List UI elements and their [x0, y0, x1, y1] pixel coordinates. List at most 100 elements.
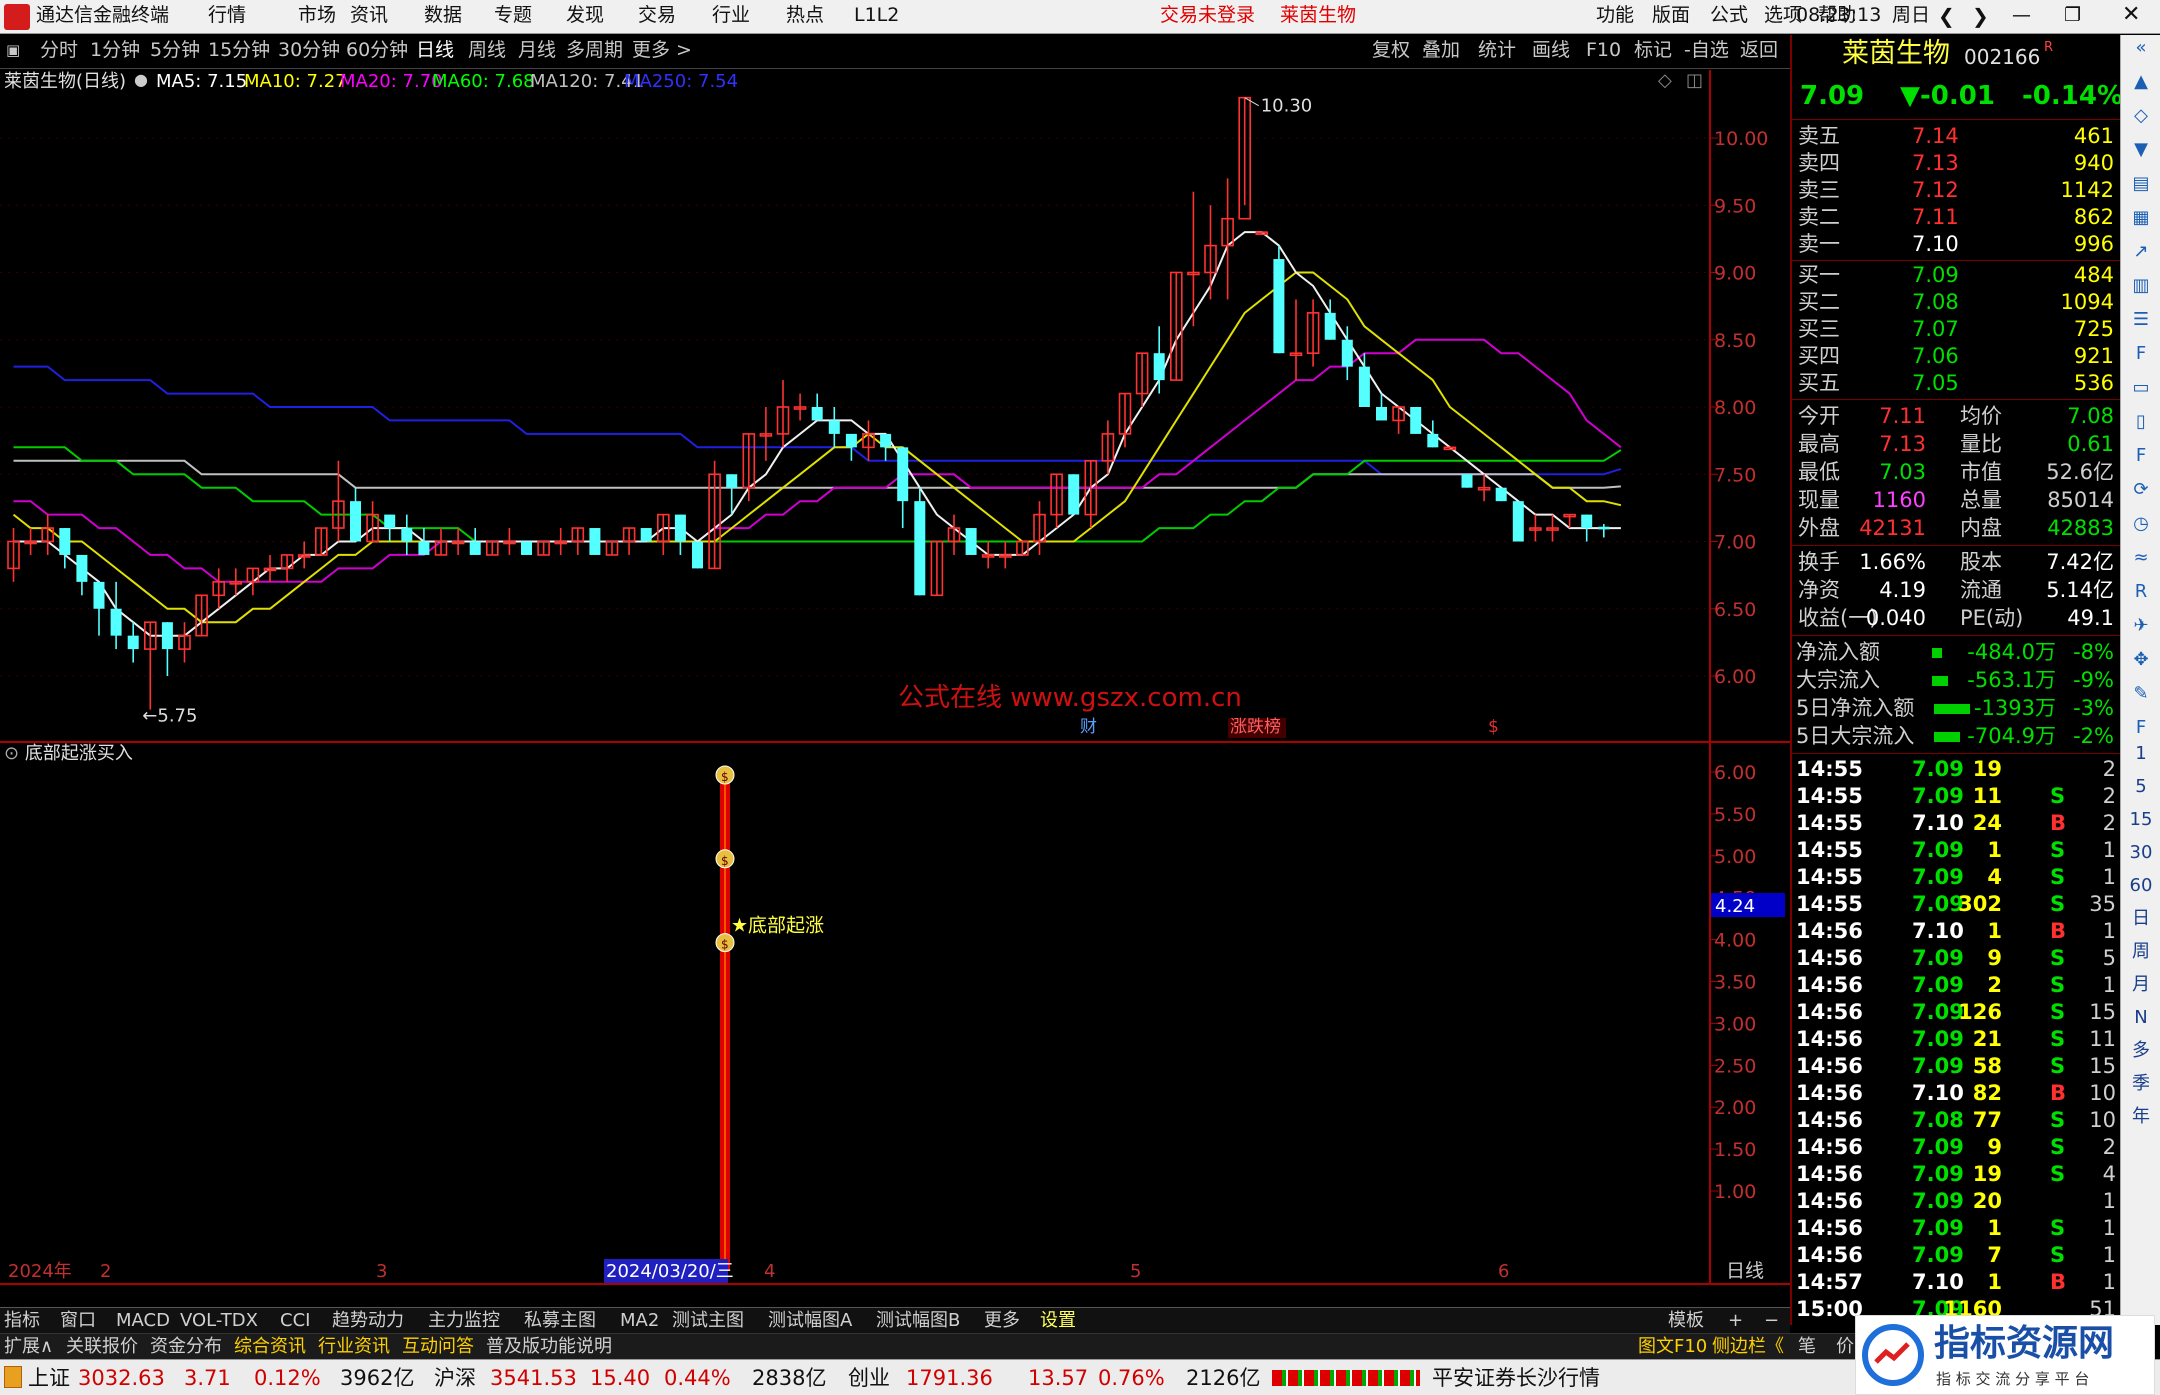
- period-tab-3[interactable]: 5分钟: [150, 41, 200, 60]
- sidebar-period-60[interactable]: 60: [2128, 877, 2154, 903]
- window-icon[interactable]: ◫: [1686, 72, 1703, 90]
- info-tab-7[interactable]: 普及版功能说明: [486, 1338, 612, 1356]
- toolbar-right-6[interactable]: 标记: [1634, 41, 1672, 60]
- toolbar-right-8[interactable]: 返回: [1740, 41, 1778, 60]
- toolbar-right-5[interactable]: F10: [1586, 41, 1621, 60]
- tabs-right-3[interactable]: −: [1764, 1312, 1779, 1330]
- menu-5[interactable]: 专题: [494, 6, 532, 25]
- info-tab-right-1[interactable]: 图文F10: [1638, 1338, 1707, 1356]
- sidebar-period-周[interactable]: 周: [2128, 943, 2154, 969]
- toolbar-right-3[interactable]: 统计: [1478, 41, 1516, 60]
- info-tab-1[interactable]: 扩展∧: [4, 1338, 53, 1356]
- ask-row-3[interactable]: 卖三 7.12 1142: [1792, 177, 2122, 204]
- rsi-icon[interactable]: R: [2128, 583, 2154, 609]
- clock-icon[interactable]: ◷: [2128, 515, 2154, 541]
- menu-1[interactable]: 行情: [208, 6, 246, 25]
- ask-row-4[interactable]: 卖二 7.11 862: [1792, 204, 2122, 231]
- period-tab-6[interactable]: 60分钟: [346, 41, 408, 60]
- refresh-icon[interactable]: ⟳: [2128, 481, 2154, 507]
- table-icon[interactable]: ▤: [2128, 175, 2154, 201]
- close-icon[interactable]: ✕: [2122, 4, 2140, 26]
- menu-3[interactable]: 资讯: [350, 6, 388, 25]
- toolbar-right-1[interactable]: 复权: [1372, 41, 1410, 60]
- info-tab-3[interactable]: 资金分布: [150, 1338, 222, 1356]
- period-tab-1[interactable]: 分时: [40, 41, 78, 60]
- diamond-icon[interactable]: ◇: [1658, 72, 1672, 90]
- doc-icon[interactable]: ▭: [2128, 379, 2154, 405]
- menu-right-2[interactable]: 版面: [1652, 6, 1690, 25]
- menu-10[interactable]: L1L2: [854, 6, 899, 25]
- indicator-tab-14[interactable]: 设置: [1040, 1312, 1076, 1330]
- sh-index-label[interactable]: 上证: [28, 1368, 70, 1389]
- fs2-icon[interactable]: F: [2128, 719, 2154, 745]
- grid-icon[interactable]: ▦: [2128, 209, 2154, 235]
- indicator-tab-12[interactable]: 测试幅图B: [876, 1312, 960, 1330]
- menu-right-1[interactable]: 功能: [1596, 6, 1634, 25]
- toolbar-right-2[interactable]: 叠加: [1422, 41, 1460, 60]
- collapse-icon[interactable]: ⊙: [4, 743, 19, 764]
- menu-7[interactable]: 交易: [638, 6, 676, 25]
- sidebar-period-月[interactable]: 月: [2128, 976, 2154, 1002]
- period-tab-7[interactable]: 日线: [416, 41, 454, 60]
- period-tab-2[interactable]: 1分钟: [90, 41, 140, 60]
- period-tab-8[interactable]: 周线: [468, 41, 506, 60]
- tabs-right-2[interactable]: +: [1728, 1312, 1743, 1330]
- info-tab-6[interactable]: 互动问答: [402, 1338, 474, 1356]
- settings-dropdown-icon[interactable]: ●: [134, 72, 148, 88]
- indicator-tab-5[interactable]: CCI: [280, 1312, 310, 1330]
- indicator-tab-3[interactable]: MACD: [116, 1312, 170, 1330]
- ask-row-2[interactable]: 卖四 7.13 940: [1792, 150, 2122, 177]
- period-tab-9[interactable]: 月线: [518, 41, 556, 60]
- menu-right-4[interactable]: 选项: [1764, 6, 1802, 25]
- sidebar-period-N[interactable]: N: [2128, 1009, 2154, 1035]
- sidebar-period-15[interactable]: 15: [2128, 811, 2154, 837]
- info-tab-4[interactable]: 综合资讯: [234, 1338, 306, 1356]
- menu-right-3[interactable]: 公式: [1710, 6, 1748, 25]
- sidebar-period-多[interactable]: 多: [2128, 1042, 2154, 1068]
- info-tab-right-3[interactable]: 笔: [1798, 1338, 1816, 1356]
- pen-icon[interactable]: ✎: [2128, 685, 2154, 711]
- menu-8[interactable]: 行业: [712, 6, 750, 25]
- candle-icon[interactable]: ▥: [2128, 277, 2154, 303]
- back-arrow-icon[interactable]: ❮: [1938, 6, 1955, 26]
- sidebar-period-日[interactable]: 日: [2128, 910, 2154, 936]
- bid-row-3[interactable]: 买三 7.07 725: [1792, 316, 2122, 343]
- f10-icon[interactable]: F: [2128, 345, 2154, 371]
- indicator-tab-6[interactable]: 趋势动力: [332, 1312, 404, 1330]
- menu-4[interactable]: 数据: [424, 6, 462, 25]
- indicator-tab-9[interactable]: MA2: [620, 1312, 659, 1330]
- period-tab-11[interactable]: 更多 >: [632, 41, 692, 60]
- info-tab-5[interactable]: 行业资讯: [318, 1338, 390, 1356]
- fs-icon[interactable]: F: [2128, 447, 2154, 473]
- login-status[interactable]: 交易未登录: [1160, 6, 1255, 25]
- move-icon[interactable]: ✥: [2128, 651, 2154, 677]
- period-tab-10[interactable]: 多周期: [566, 41, 623, 60]
- line-chart-icon[interactable]: ↗: [2128, 243, 2154, 269]
- bookmark-icon[interactable]: ▯: [2128, 413, 2154, 439]
- cy-index-label[interactable]: 创业: [848, 1368, 890, 1389]
- menu-2[interactable]: 市场: [298, 6, 336, 25]
- ask-row-1[interactable]: 卖五 7.14 461: [1792, 123, 2122, 150]
- info-tab-2[interactable]: 关联报价: [66, 1338, 138, 1356]
- arrow-up-icon[interactable]: ◇: [2128, 107, 2154, 133]
- minimize-icon[interactable]: —: [2012, 6, 2031, 25]
- indicator-tab-11[interactable]: 测试幅图A: [768, 1312, 852, 1330]
- indicator-tab-2[interactable]: 窗口: [60, 1312, 96, 1330]
- maximize-icon[interactable]: ❐: [2064, 6, 2081, 25]
- wave-icon[interactable]: ≈: [2128, 549, 2154, 575]
- info-tab-right-2[interactable]: 侧边栏《: [1712, 1338, 1784, 1356]
- rocket-icon[interactable]: ✈: [2128, 617, 2154, 643]
- ask-row-5[interactable]: 卖一 7.10 996: [1792, 231, 2122, 258]
- indicator-tab-4[interactable]: VOL-TDX: [180, 1312, 258, 1330]
- kline-chart[interactable]: 10.00 9.50 9.00 8.50 8.00 7.50 7.00 6.50 6.00 6.0…: [0, 70, 1790, 1285]
- bid-row-5[interactable]: 买五 7.05 536: [1792, 370, 2122, 397]
- period-tab-5[interactable]: 30分钟: [278, 41, 340, 60]
- sidebar-period-30[interactable]: 30: [2128, 844, 2154, 870]
- sidebar-period-5[interactable]: 5: [2128, 778, 2154, 804]
- toolbar-right-4[interactable]: 画线: [1532, 41, 1570, 60]
- bid-row-2[interactable]: 买二 7.08 1094: [1792, 289, 2122, 316]
- arrow-up-icon[interactable]: ▲: [2128, 73, 2154, 99]
- sidebar-period-季[interactable]: 季: [2128, 1075, 2154, 1101]
- panel-toggle-icon[interactable]: ▣: [6, 43, 20, 58]
- indicator-tab-13[interactable]: 更多: [984, 1312, 1020, 1330]
